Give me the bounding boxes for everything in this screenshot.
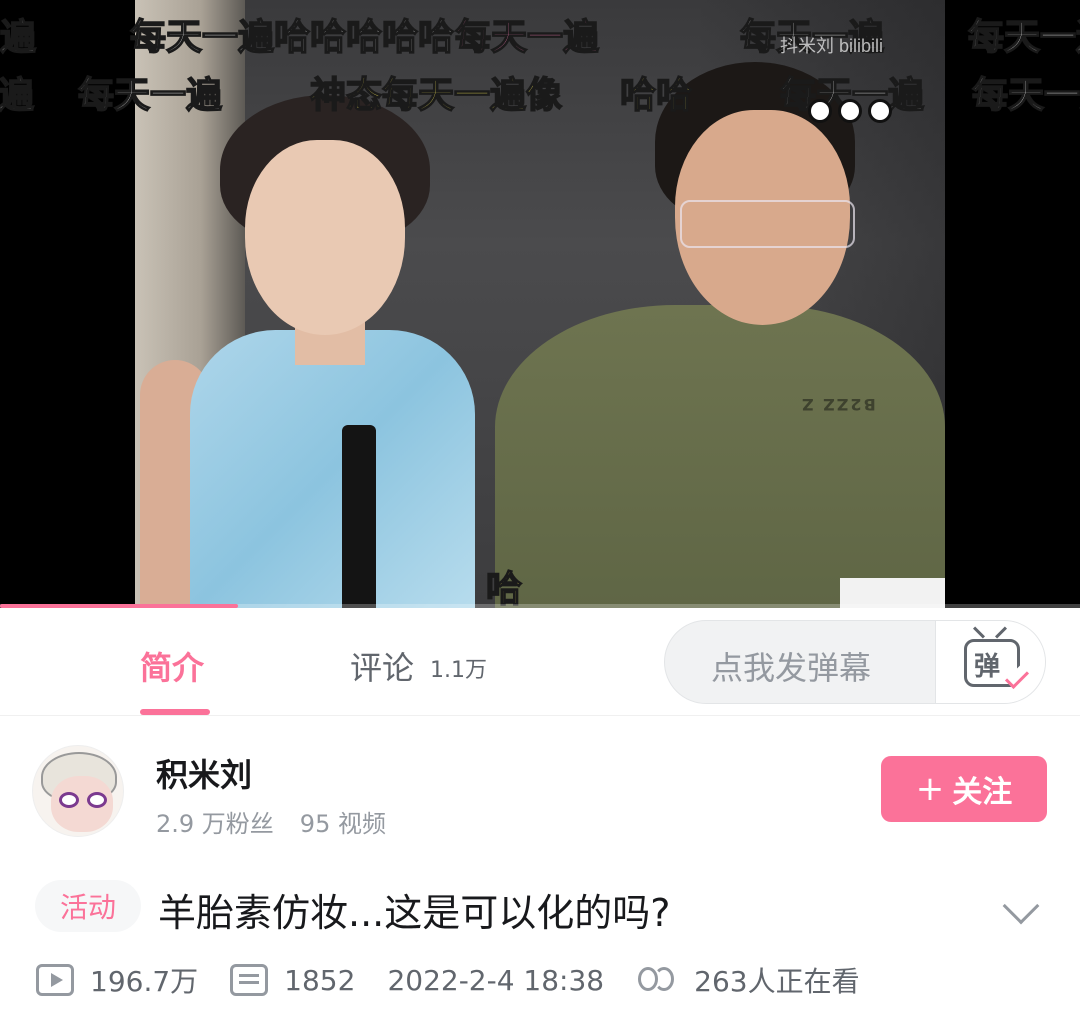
video-player[interactable]: B2ZZ Z 每天一遍哈哈哈哈哈 每天一遍 每天一遍 每天一遍 每天一遍 遍 每… xyxy=(0,0,1080,608)
watching-count: 263人正在看 xyxy=(694,965,860,998)
danmaku-input-placeholder: 点我发弹幕 xyxy=(711,649,872,687)
danmaku-comment: 每天一遍 xyxy=(967,16,1080,59)
chevron-down-icon[interactable] xyxy=(1002,887,1040,925)
plus-icon: + xyxy=(915,769,945,809)
danmaku-comment: 哈 xyxy=(485,568,523,608)
danmaku-send-button[interactable]: 弹 xyxy=(935,621,1045,703)
danmaku-count-icon xyxy=(230,964,269,996)
danmaku-comment: 遍 xyxy=(0,74,35,117)
video-title: 羊胎素仿妆...这是可以化的吗? xyxy=(158,891,671,935)
activity-tag[interactable]: 活动 xyxy=(35,880,141,932)
people-icon xyxy=(636,965,678,995)
danmaku-comment: 哈哈 xyxy=(619,74,693,117)
tab-bar: 简介 评论 1.1万 点我发弹幕 弹 xyxy=(0,608,1080,716)
person-left-dress xyxy=(190,330,475,608)
person-left-face xyxy=(245,140,405,335)
more-options-icon[interactable] xyxy=(808,96,892,126)
tv-antenna-left xyxy=(972,626,986,639)
danmaku-comment: 神态每天一遍像 xyxy=(309,74,563,117)
microphone xyxy=(342,425,376,608)
view-stat: 196.7万 xyxy=(36,960,198,1000)
danmaku-stat: 1852 xyxy=(230,964,355,997)
video-watermark: 抖米刘 bilibili xyxy=(780,36,884,56)
uploader-stats: 2.9 万粉丝 95 视频 xyxy=(156,804,386,839)
follow-label: 关注 xyxy=(952,775,1013,810)
uploader-name[interactable]: 积米刘 xyxy=(156,750,252,796)
tab-comments[interactable]: 评论 1.1万 xyxy=(350,643,487,689)
avatar-eye xyxy=(87,792,107,808)
danmaku-input[interactable]: 点我发弹幕 弹 xyxy=(664,620,1046,704)
watching-stat: 263人正在看 xyxy=(636,960,860,1000)
danmaku-comment: 每天一遍 xyxy=(77,74,223,117)
active-tab-indicator xyxy=(140,709,210,715)
uploader-avatar[interactable] xyxy=(32,745,124,837)
view-count: 196.7万 xyxy=(90,965,199,998)
video-stats: 196.7万 1852 2022-2-4 18:38 263人正在看 xyxy=(36,960,892,1000)
follower-count: 2.9 万粉丝 xyxy=(156,810,274,838)
shirt-print: B2ZZ Z xyxy=(800,395,876,414)
tab-comments-label: 评论 xyxy=(350,649,415,687)
comments-count: 1.1万 xyxy=(430,658,488,683)
publish-date: 2022-2-4 18:38 xyxy=(387,963,605,997)
person-right-shirt xyxy=(495,305,945,608)
danmaku-icon-char: 弹 xyxy=(974,652,1001,682)
person-right-glasses xyxy=(680,200,855,248)
tv-antenna-right xyxy=(994,626,1008,639)
danmaku-comment: 每天一遍哈哈哈哈哈 xyxy=(129,16,455,59)
video-count: 95 视频 xyxy=(299,810,386,838)
danmaku-count: 1852 xyxy=(284,963,356,997)
tab-intro[interactable]: 简介 xyxy=(140,643,204,689)
avatar-eye xyxy=(59,792,79,808)
danmaku-comment: 每天一遍 xyxy=(0,16,37,59)
danmaku-comment: 每天一遍 xyxy=(971,74,1080,117)
follow-button[interactable]: + 关注 xyxy=(881,756,1047,822)
play-count-icon xyxy=(36,964,74,996)
danmaku-comment: 每天一遍 xyxy=(454,16,600,59)
